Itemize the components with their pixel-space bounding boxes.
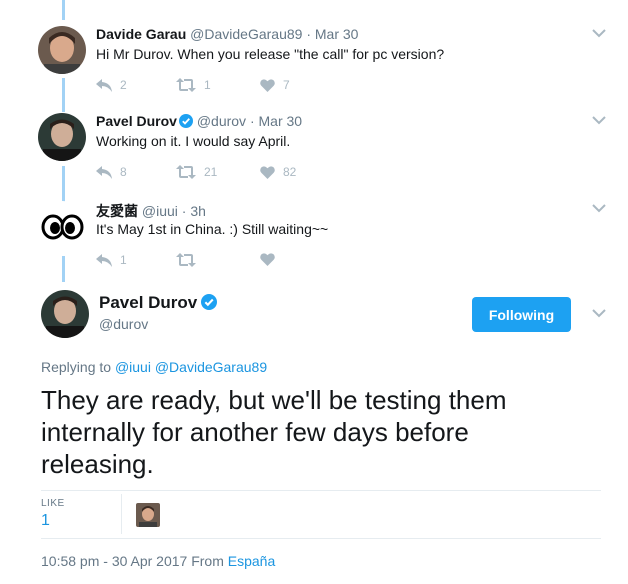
display-name[interactable]: Pavel Durov	[99, 293, 197, 312]
tweet-header: Davide Garau @DavideGarau89 · Mar 30	[96, 26, 358, 42]
location-link[interactable]: España	[228, 553, 275, 569]
reply-button[interactable]: 8	[96, 165, 127, 179]
avatar[interactable]	[38, 201, 86, 249]
verified-badge-icon	[201, 294, 218, 310]
heart-icon	[260, 78, 275, 92]
mention-link[interactable]: @DavideGarau89	[155, 359, 267, 375]
tweet-time[interactable]: 3h	[190, 203, 206, 219]
retweet-icon	[176, 165, 196, 179]
retweet-icon	[176, 78, 196, 92]
chevron-down-icon[interactable]	[592, 203, 606, 213]
author-name-row: Pavel Durov	[99, 293, 218, 313]
separator-dot: ·	[306, 26, 311, 42]
user-handle[interactable]: @iuui	[142, 203, 178, 219]
avatar[interactable]	[38, 113, 86, 161]
reply-tweet[interactable]: Davide Garau @DavideGarau89 · Mar 30 Hi …	[0, 26, 628, 96]
mention-link[interactable]: @iuui	[115, 359, 151, 375]
like-count: 82	[283, 165, 297, 179]
heart-icon	[260, 165, 275, 179]
tweet-time[interactable]: Mar 30	[315, 26, 359, 42]
timestamp-text[interactable]: 10:58 pm - 30 Apr 2017 From	[41, 553, 224, 569]
retweet-icon	[176, 253, 196, 267]
user-handle[interactable]: @durov	[99, 316, 148, 332]
thread-line	[62, 0, 65, 20]
separator-dot: ·	[181, 203, 187, 219]
divider	[41, 490, 601, 491]
chevron-down-icon[interactable]	[592, 28, 606, 38]
tweet-text: It's May 1st in China. :) Still waiting~…	[96, 221, 329, 237]
tweet-time[interactable]: Mar 30	[259, 113, 303, 129]
chevron-down-icon[interactable]	[592, 308, 606, 318]
reply-button[interactable]: 1	[96, 253, 127, 267]
retweet-button[interactable]: 1	[176, 78, 211, 92]
user-handle[interactable]: @DavideGarau89	[190, 26, 302, 42]
tweet-text: They are ready, but we'll be testing the…	[41, 385, 507, 479]
display-name[interactable]: 友愛菌	[96, 204, 138, 220]
replying-to: Replying to @iuui @DavideGarau89	[41, 359, 267, 375]
reply-tweet[interactable]: Pavel Durov @durov · Mar 30 Working on i…	[0, 113, 628, 183]
tweet-header: Pavel Durov @durov · Mar 30	[96, 113, 302, 129]
retweet-count: 1	[204, 78, 211, 92]
retweet-button[interactable]	[176, 253, 204, 267]
tweet-text: Working on it. I would say April.	[96, 133, 291, 149]
reply-count: 8	[120, 165, 127, 179]
avatar[interactable]	[38, 26, 86, 74]
retweet-button[interactable]: 21	[176, 165, 217, 179]
tweet-text: Hi Mr Durov. When you release "the call"…	[96, 46, 445, 62]
reply-count: 1	[120, 253, 127, 267]
verified-badge-icon	[178, 114, 193, 128]
like-count: 7	[283, 78, 290, 92]
like-button[interactable]: 7	[260, 78, 290, 92]
user-handle[interactable]: @durov	[197, 113, 246, 129]
reply-icon	[96, 78, 112, 92]
retweet-count: 21	[204, 165, 218, 179]
following-button[interactable]: Following	[472, 297, 571, 332]
reply-icon	[96, 165, 112, 179]
reply-button[interactable]: 2	[96, 78, 127, 92]
heart-icon	[260, 253, 275, 266]
separator-dot: ·	[249, 113, 255, 129]
divider	[41, 538, 601, 539]
like-button[interactable]: 82	[260, 165, 296, 179]
display-name[interactable]: Davide Garau	[96, 26, 186, 42]
replying-to-label: Replying to	[41, 359, 112, 375]
reply-icon	[96, 253, 112, 267]
likes-label: LIKE	[41, 498, 65, 509]
liker-avatar[interactable]	[136, 503, 160, 527]
display-name[interactable]: Pavel Durov	[96, 113, 177, 129]
reply-tweet[interactable]: 友愛菌 @iuui · 3h It's May 1st in China. :)…	[0, 201, 628, 271]
tweet-header: 友愛菌 @iuui · 3h	[96, 201, 206, 221]
divider	[121, 494, 122, 534]
avatar[interactable]	[41, 290, 89, 338]
chevron-down-icon[interactable]	[592, 115, 606, 125]
like-button[interactable]	[260, 253, 283, 266]
tweet-timestamp: 10:58 pm - 30 Apr 2017 From España	[41, 553, 275, 569]
reply-count: 2	[120, 78, 127, 92]
likes-count-link[interactable]: 1	[41, 512, 50, 530]
